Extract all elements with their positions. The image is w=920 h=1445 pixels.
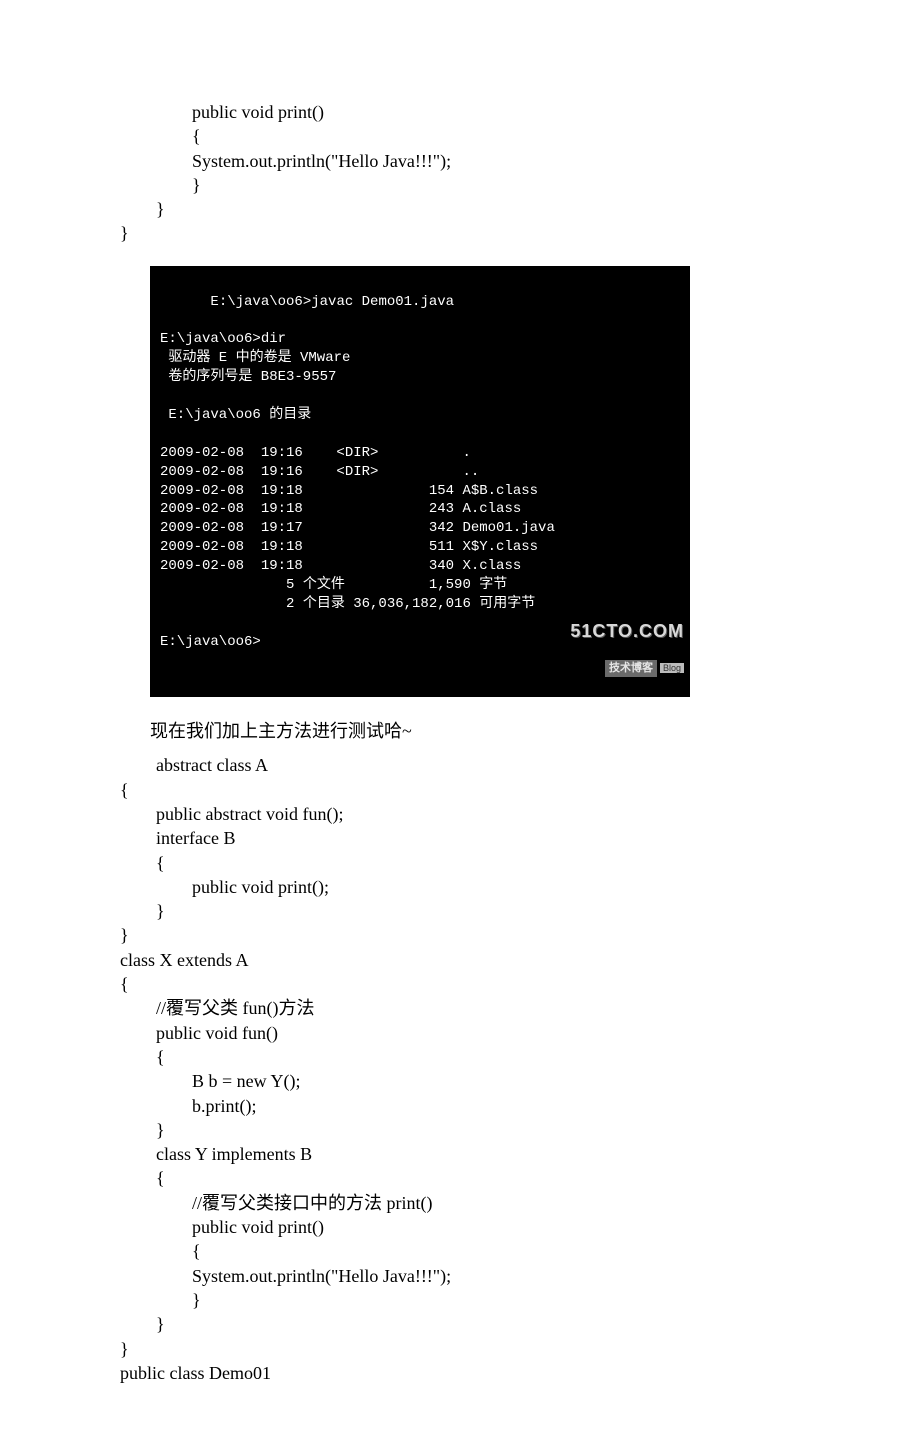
terminal-badge: Blog <box>660 663 684 673</box>
code-block-top: public void print() { System.out.println… <box>120 100 800 246</box>
code-block-bottom: abstract class A { public abstract void … <box>120 753 800 1385</box>
terminal-text: E:\java\oo6>javac Demo01.java E:\java\oo… <box>160 294 555 650</box>
terminal-watermark: 51CTO.COM 技术博客Blog <box>570 589 684 692</box>
terminal-logo-text: 51CTO.COM <box>570 619 684 643</box>
terminal-subtitle: 技术博客 <box>605 660 657 677</box>
explanation-note: 现在我们加上主方法进行测试哈~ <box>150 717 800 743</box>
terminal-output: E:\java\oo6>javac Demo01.java E:\java\oo… <box>150 266 690 698</box>
